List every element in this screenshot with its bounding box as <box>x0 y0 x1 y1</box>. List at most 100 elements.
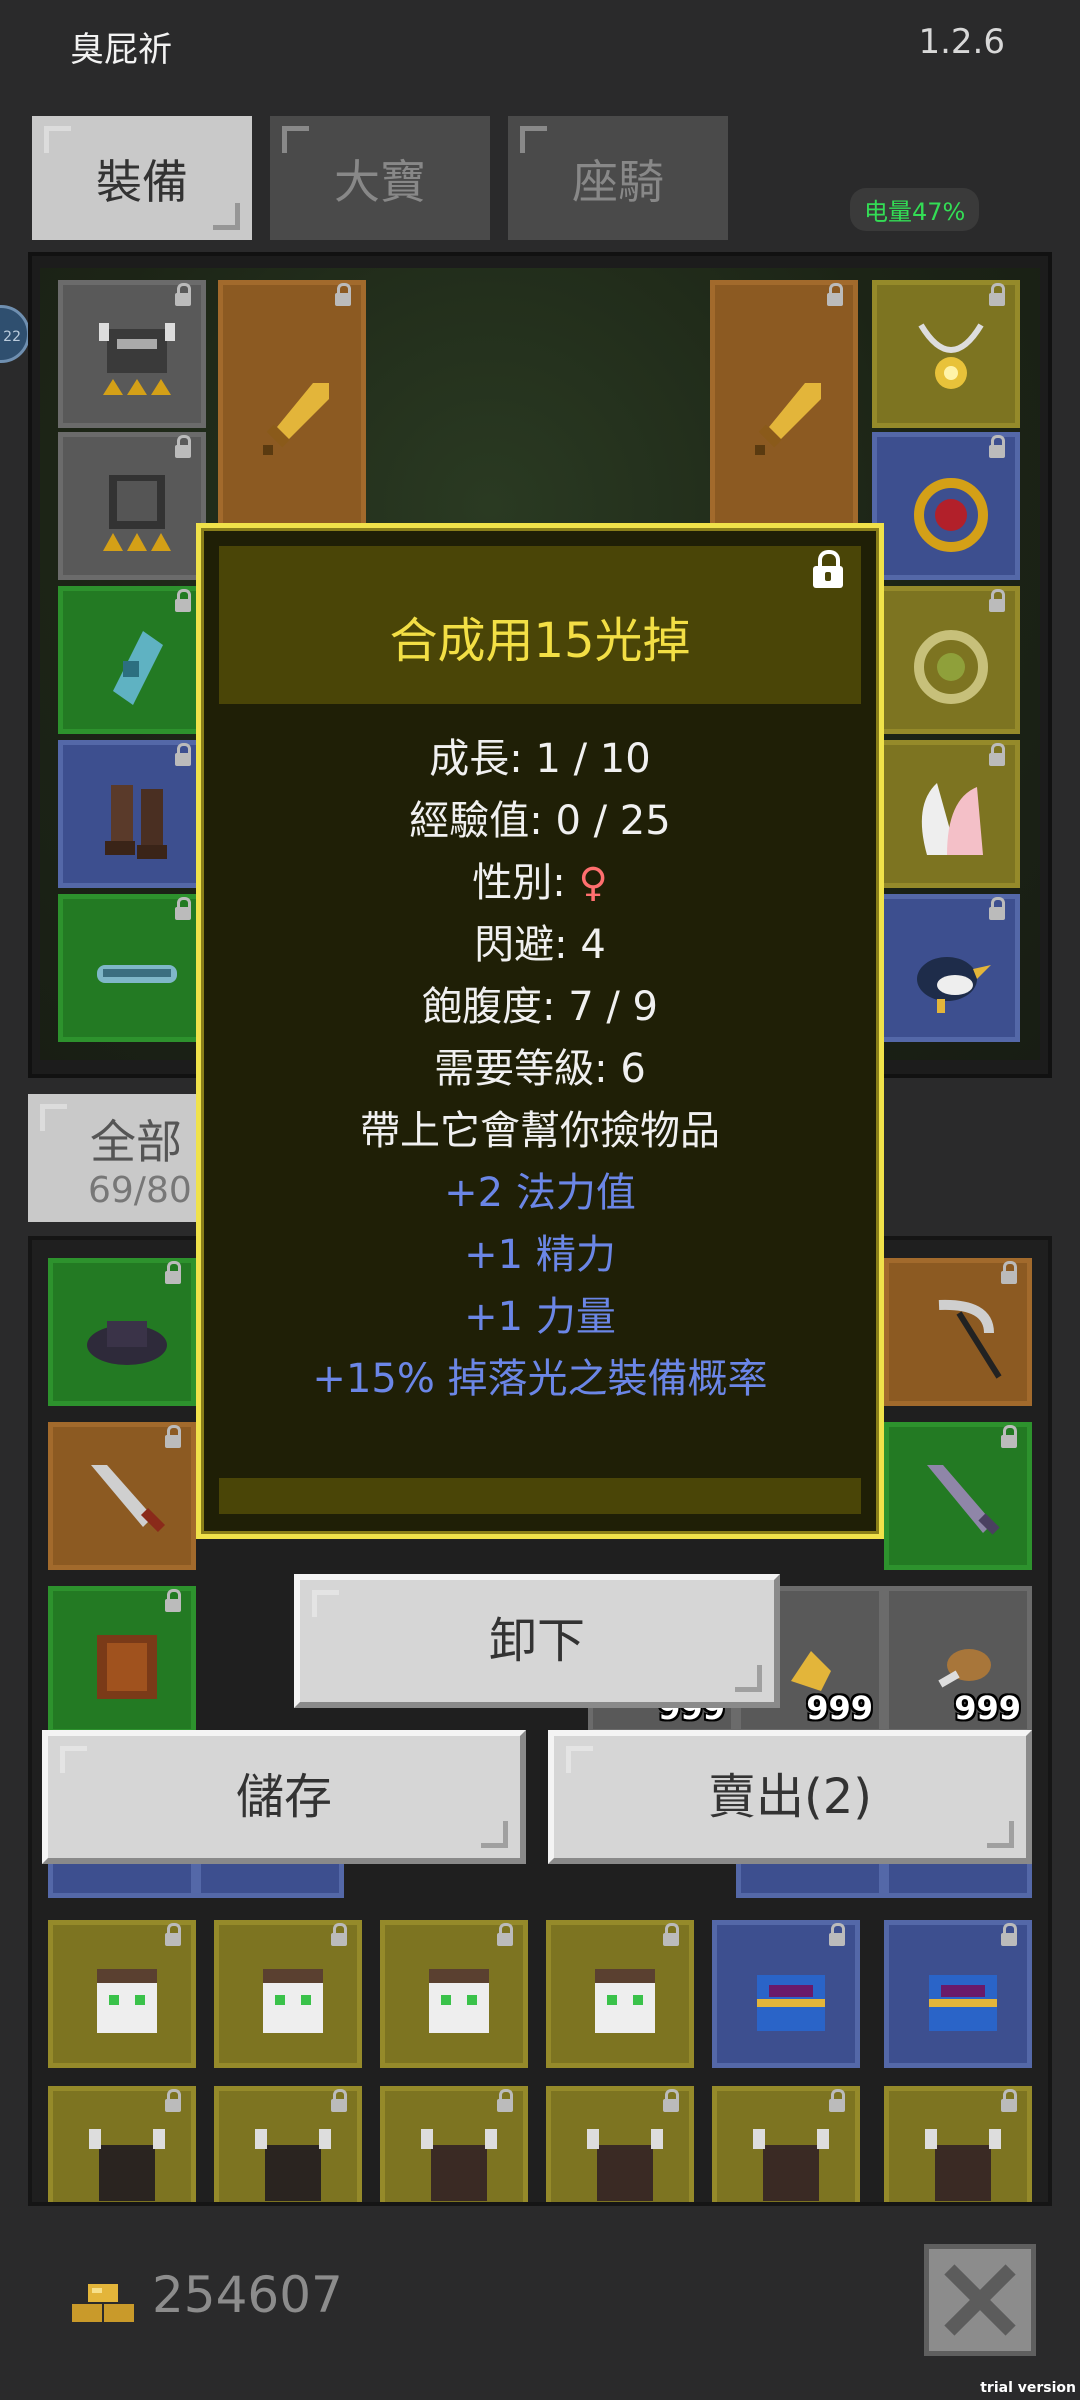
side-level-badge[interactable]: 22 <box>0 305 30 363</box>
inventory-slot[interactable] <box>48 1920 196 2068</box>
tab-mount-label: 座騎 <box>572 155 664 209</box>
lock-icon[interactable] <box>813 550 843 588</box>
weapon-slot-right[interactable] <box>710 280 858 530</box>
helmet-slot[interactable] <box>58 280 206 428</box>
stat-growth: 成長: 1 / 10 <box>429 736 651 782</box>
inventory-slot[interactable] <box>884 2086 1032 2202</box>
boots-icon <box>105 785 167 859</box>
filter-tab-all[interactable]: 全部 69/80 <box>28 1094 224 1222</box>
lock-icon <box>165 1425 181 1448</box>
ring-slot[interactable] <box>872 432 1020 580</box>
lock-icon <box>989 743 1005 766</box>
stat-dodge: 閃避: 4 <box>474 922 606 968</box>
inventory-slot[interactable] <box>884 1422 1032 1570</box>
lock-icon <box>331 2089 347 2112</box>
tab-equipment[interactable]: 裝備 <box>28 112 256 244</box>
lock-icon <box>175 283 191 306</box>
lock-icon <box>663 1923 679 1946</box>
inventory-slot[interactable] <box>380 1920 528 2068</box>
inventory-slot[interactable] <box>884 1920 1032 2068</box>
beast-mask-icon <box>429 1969 489 2033</box>
stat-level-requirement: 需要等級: 6 <box>434 1046 646 1092</box>
store-label: 儲存 <box>235 1769 332 1825</box>
horned-helm-icon <box>925 2129 1001 2201</box>
horned-helm-icon <box>255 2129 331 2201</box>
tab-mount[interactable]: 座騎 <box>504 112 732 244</box>
battery-indicator: 电量47% <box>850 188 980 231</box>
item-detail-popup: 合成用15光掉 成長: 1 / 10 經驗值: 0 / 25 性別: ♀ 閃避:… <box>196 523 884 1539</box>
magpie-icon <box>917 957 991 1013</box>
horned-helm-icon <box>753 2129 829 2201</box>
helmet-icon <box>99 323 175 395</box>
beast-mask-icon <box>97 1969 157 2033</box>
lock-icon <box>1001 2089 1017 2112</box>
inventory-count: 69/80 <box>88 1170 192 1211</box>
armor-slot[interactable] <box>58 432 206 580</box>
gloves-slot[interactable] <box>58 586 206 734</box>
lock-icon <box>165 1589 181 1612</box>
inventory-slot[interactable]: 999 <box>884 1586 1032 1734</box>
wings-slot[interactable] <box>872 740 1020 888</box>
lock-icon <box>1001 1923 1017 1946</box>
inventory-slot[interactable] <box>48 1422 196 1570</box>
bonus-strength: +1 力量 <box>464 1294 616 1340</box>
lock-icon <box>497 2089 513 2112</box>
belt-slot[interactable] <box>58 894 206 1042</box>
inventory-slot[interactable] <box>48 1258 196 1406</box>
pet-slot[interactable] <box>872 894 1020 1042</box>
lock-icon <box>827 283 843 306</box>
lock-icon <box>1001 1261 1017 1284</box>
item-stats: 成長: 1 / 10 經驗值: 0 / 25 性別: ♀ 閃避: 4 飽腹度: … <box>201 728 879 1410</box>
store-button[interactable]: 儲存 <box>42 1730 526 1864</box>
dagger-icon <box>927 1465 1000 1535</box>
inventory-slot[interactable] <box>214 2086 362 2202</box>
treasure-chest-icon <box>757 1975 825 2031</box>
inventory-slot[interactable] <box>712 2086 860 2202</box>
lock-icon <box>989 283 1005 306</box>
close-icon <box>944 2264 1016 2336</box>
ring-slot-2[interactable] <box>872 586 1020 734</box>
tab-treasure[interactable]: 大寶 <box>266 112 494 244</box>
lock-icon <box>497 1923 513 1946</box>
watermark: trial version <box>980 2380 1076 2396</box>
sword-icon <box>263 383 329 455</box>
close-button[interactable] <box>924 2244 1036 2356</box>
inventory-slot[interactable] <box>884 1258 1032 1406</box>
beast-mask-icon <box>595 1969 655 2033</box>
gender-label: 性別: <box>472 860 579 906</box>
beast-mask-icon <box>263 1969 323 2033</box>
lock-icon <box>829 2089 845 2112</box>
lock-icon <box>165 2089 181 2112</box>
bonus-drop-rate: +15% 掉落光之裝備概率 <box>312 1356 768 1402</box>
hat-icon <box>87 1321 167 1365</box>
lock-icon <box>331 1923 347 1946</box>
stat-exp: 經驗值: 0 / 25 <box>409 798 671 844</box>
inventory-slot[interactable] <box>712 1920 860 2068</box>
inventory-slot[interactable] <box>546 2086 694 2202</box>
stat-satiety: 飽腹度: 7 / 9 <box>422 984 658 1030</box>
inventory-slot[interactable] <box>380 2086 528 2202</box>
sell-label: 賣出(2) <box>708 1769 872 1825</box>
filter-label: 全部 <box>90 1115 182 1169</box>
inventory-slot[interactable] <box>214 1920 362 2068</box>
gold-amount: 254607 <box>152 2266 343 2324</box>
lock-icon <box>175 589 191 612</box>
inventory-slot[interactable] <box>48 1586 196 1734</box>
inventory-slot[interactable] <box>48 2086 196 2202</box>
ring-icon <box>914 478 988 552</box>
horned-helm-icon <box>89 2129 165 2201</box>
ring-icon <box>914 630 988 704</box>
boots-slot[interactable] <box>58 740 206 888</box>
lock-icon <box>829 1923 845 1946</box>
armor-icon <box>103 475 171 551</box>
popup-header: 合成用15光掉 <box>219 546 861 704</box>
belt-icon <box>97 965 177 983</box>
chest-armor-icon <box>97 1635 157 1699</box>
weapon-slot-left[interactable] <box>218 280 366 530</box>
necklace-slot[interactable] <box>872 280 1020 428</box>
item-description: 帶上它會幫你撿物品 <box>360 1108 720 1154</box>
sell-button[interactable]: 賣出(2) <box>548 1730 1032 1864</box>
unequip-button[interactable]: 卸下 <box>294 1574 780 1708</box>
inventory-slot[interactable] <box>546 1920 694 2068</box>
tab-treasure-label: 大寶 <box>334 155 426 209</box>
